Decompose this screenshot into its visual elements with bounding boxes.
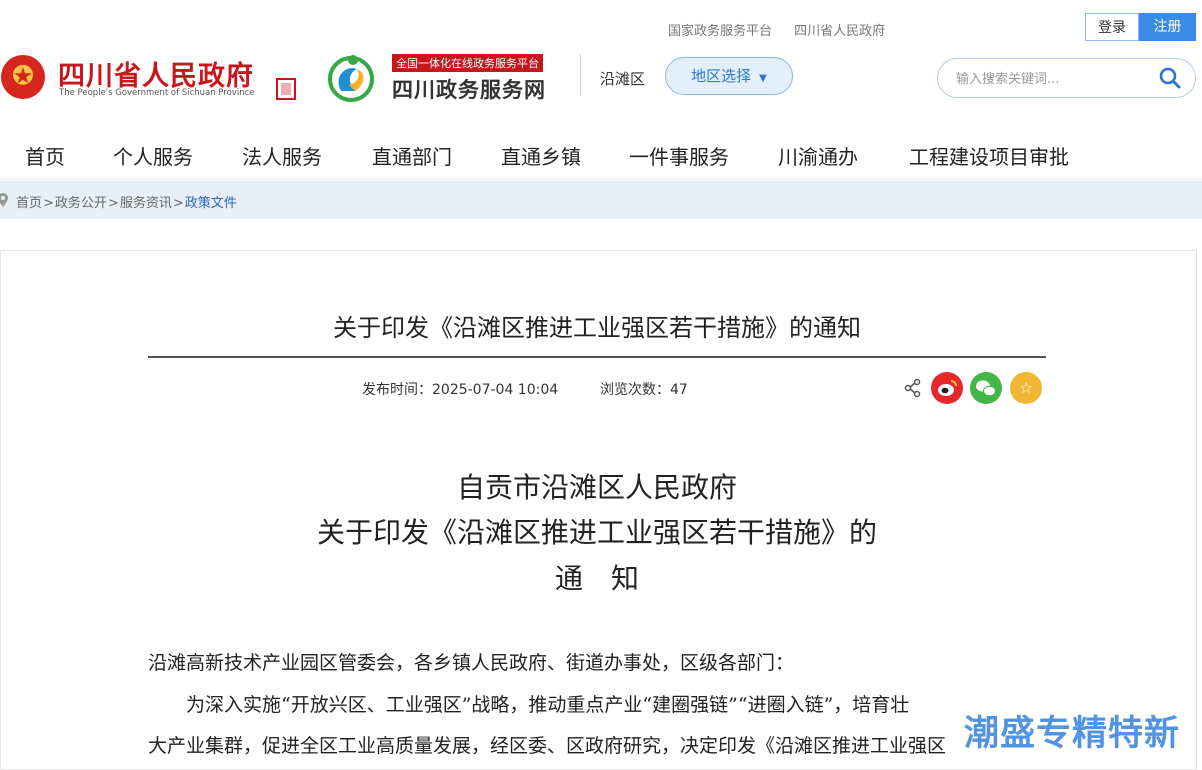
star-icon: ☆	[1018, 378, 1034, 397]
seal-icon	[276, 78, 296, 100]
watermark-text: 潮盛专精特新	[964, 714, 1181, 754]
breadcrumb-home[interactable]: 首页	[16, 196, 42, 211]
publish-time-value: 2025-07-04 10:04	[432, 382, 559, 398]
share-icon[interactable]	[903, 378, 923, 398]
current-region: 沿滩区	[600, 70, 646, 88]
caret-down-icon: ▼	[759, 73, 767, 84]
weibo-icon	[938, 380, 957, 396]
location-pin-icon	[0, 193, 8, 207]
wechat-icon	[976, 380, 996, 397]
nav-item-chuanyu[interactable]: 川渝通办	[778, 141, 858, 170]
breadcrumb-gov-affairs[interactable]: 政务公开	[55, 196, 107, 211]
view-count: 浏览次数：47	[600, 379, 688, 399]
doc-heading-line-1: 自贡市沿滩区人民政府	[456, 471, 737, 504]
header-divider	[580, 54, 581, 96]
title-divider	[148, 356, 1046, 358]
search-input[interactable]	[954, 68, 1148, 90]
doc-heading-line-3: 通 知	[554, 562, 639, 595]
nav-item-townships[interactable]: 直通乡镇	[501, 141, 581, 170]
search-box	[937, 58, 1196, 98]
top-bar: 国家政务服务平台 四川省人民政府 登录 注册	[0, 0, 1202, 46]
register-button[interactable]: 注册	[1139, 13, 1196, 41]
favorite-button[interactable]: ☆	[1010, 372, 1042, 404]
link-national-platform[interactable]: 国家政务服务平台	[668, 24, 772, 39]
nav-item-home[interactable]: 首页	[25, 141, 65, 170]
region-select-label: 地区选择	[691, 67, 752, 85]
breadcrumb: 首页>政务公开>服务资讯>政策文件	[0, 181, 1202, 219]
auth-buttons: 登录 注册	[1085, 13, 1196, 41]
nav-item-one-thing[interactable]: 一件事服务	[629, 141, 729, 170]
nav-item-construction[interactable]: 工程建设项目审批	[909, 141, 1069, 170]
breadcrumb-separator: >	[107, 196, 119, 211]
login-button[interactable]: 登录	[1085, 13, 1139, 41]
breadcrumb-current[interactable]: 政策文件	[185, 196, 237, 211]
site-header: 四川省人民政府 The People's Government of Sichu…	[0, 46, 1202, 116]
service-title[interactable]: 四川政务服务网	[392, 74, 546, 104]
link-sichuan-government[interactable]: 四川省人民政府	[794, 24, 885, 39]
doc-heading-line-2: 关于印发《沿滩区推进工业强区若干措施》的	[316, 516, 877, 549]
body-paragraph-3: 大产业集群，促进全区工业高质量发展，经区委、区政府研究，决定印发《沿滩区推进工业…	[148, 735, 947, 757]
search-icon[interactable]	[1159, 67, 1181, 89]
service-platform-tag: 全国一体化在线政务服务平台	[392, 54, 543, 72]
nav-item-personal[interactable]: 个人服务	[113, 141, 193, 170]
wechat-share-button[interactable]	[970, 372, 1002, 404]
main-nav: 首页 个人服务 法人服务 直通部门 直通乡镇 一件事服务 川渝通办 工程建设项目…	[0, 126, 1202, 180]
national-emblem-icon	[1, 55, 45, 99]
region-select-button[interactable]: 地区选择 ▼	[665, 57, 793, 95]
article-title: 关于印发《沿滩区推进工业强区若干措施》的通知	[333, 314, 861, 342]
breadcrumb-path: 首页>政务公开>服务资讯>政策文件	[16, 192, 237, 211]
weibo-share-button[interactable]	[931, 372, 963, 404]
publish-time-label: 发布时间：	[362, 382, 432, 398]
nav-item-legal-entity[interactable]: 法人服务	[242, 141, 322, 170]
body-paragraph-1: 沿滩高新技术产业园区管委会，各乡镇人民政府、街道办事处，区级各部门：	[148, 652, 795, 674]
breadcrumb-separator: >	[172, 196, 184, 211]
breadcrumb-service-news[interactable]: 服务资讯	[120, 196, 172, 211]
nav-item-departments[interactable]: 直通部门	[372, 141, 452, 170]
publish-time: 发布时间：2025-07-04 10:04	[362, 379, 558, 399]
view-count-value: 47	[670, 382, 688, 398]
breadcrumb-separator: >	[43, 196, 54, 211]
view-count-label: 浏览次数：	[600, 382, 670, 398]
service-logo-icon	[328, 55, 374, 102]
gov-subtitle: The People's Government of Sichuan Provi…	[59, 88, 255, 98]
body-paragraph-2: 为深入实施“开放兴区、工业强区”战略，推动重点产业“建圈强链”“进圈入链”，培育…	[148, 694, 910, 716]
top-links: 国家政务服务平台 四川省人民政府	[668, 20, 903, 39]
